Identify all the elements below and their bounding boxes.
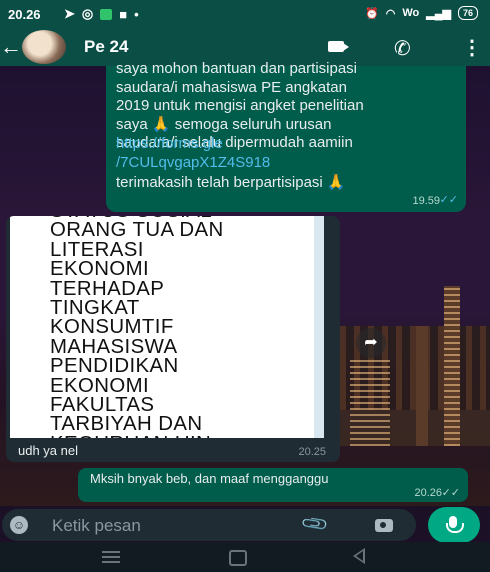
app-notification-icon bbox=[100, 8, 113, 20]
incoming-image-message[interactable]: STATUS SOSIAL ORANG TUA DAN LITERASI EKO… bbox=[6, 216, 340, 462]
document-image[interactable]: STATUS SOSIAL ORANG TUA DAN LITERASI EKO… bbox=[10, 216, 324, 438]
phone-call-icon[interactable]: ✆ bbox=[394, 36, 411, 61]
message-composer: ☺ 📎 bbox=[0, 506, 490, 543]
status-right-icons: ⏰ ◠ Wo ▂▄▆ 76 bbox=[365, 6, 478, 20]
message-time: 20.25 bbox=[298, 446, 326, 458]
message-input[interactable] bbox=[50, 515, 284, 537]
form-link[interactable]: https://forms.gle /7CULqvgapX1Z4S918 bbox=[116, 135, 270, 172]
network-label: Wo bbox=[402, 7, 420, 19]
image-notification-icon: ■ bbox=[119, 6, 128, 22]
more-options-icon[interactable]: ⋮ bbox=[462, 35, 482, 60]
avatar[interactable] bbox=[22, 30, 66, 64]
document-image-text: STATUS SOSIAL ORANG TUA DAN LITERASI EKO… bbox=[50, 216, 224, 438]
recent-apps-icon[interactable] bbox=[102, 556, 120, 558]
delivered-ticks-icon: ✓✓ bbox=[441, 487, 460, 499]
image-caption: udh ya nel bbox=[18, 443, 78, 458]
attach-icon[interactable]: 📎 bbox=[300, 509, 331, 539]
signal-icon: ▂▄▆ bbox=[426, 7, 451, 20]
document-scroll-strip bbox=[314, 216, 324, 438]
tower-lights-image bbox=[444, 286, 460, 446]
message-time: 19.59 bbox=[412, 195, 440, 207]
message-time: 20.26 bbox=[414, 487, 442, 499]
back-arrow-icon[interactable]: ← bbox=[0, 34, 22, 60]
voice-record-button[interactable] bbox=[428, 507, 480, 543]
emoji-icon[interactable]: ☺ bbox=[10, 516, 28, 534]
forward-icon[interactable]: ➦ bbox=[356, 328, 386, 358]
back-icon[interactable] bbox=[353, 548, 365, 564]
outgoing-message-bubble[interactable]: saya mohon bantuan dan partisipasi sauda… bbox=[106, 60, 466, 212]
microphone-stand-icon bbox=[446, 523, 464, 533]
status-left-icons: ➤ ◎ ■ • bbox=[64, 6, 139, 22]
battery-icon: 76 bbox=[457, 6, 478, 20]
home-icon[interactable] bbox=[229, 550, 247, 566]
record-icon: ◎ bbox=[81, 6, 94, 21]
read-ticks-icon: ✓✓ bbox=[439, 194, 458, 206]
wifi-icon: ◠ bbox=[385, 7, 396, 20]
contact-name[interactable]: Pe 24 bbox=[84, 37, 128, 57]
message-input-container[interactable]: ☺ 📎 bbox=[2, 509, 416, 541]
message-text: Mksih bnyak beb, dan maaf mengganggu bbox=[90, 471, 329, 486]
system-navigation-bar bbox=[0, 542, 490, 572]
dot-icon: • bbox=[134, 6, 139, 22]
building-lights-image bbox=[350, 356, 390, 446]
message-thanks-text: terimakasih telah berpartisipasi 🙏 bbox=[116, 174, 346, 191]
tower-image bbox=[416, 326, 428, 446]
alarm-icon: ⏰ bbox=[365, 7, 379, 20]
navigation-icon: ➤ bbox=[64, 6, 75, 21]
outgoing-message-bubble[interactable]: Mksih bnyak beb, dan maaf mengganggu 20.… bbox=[78, 468, 468, 502]
video-call-icon[interactable] bbox=[328, 41, 349, 52]
camera-icon[interactable] bbox=[375, 519, 393, 532]
status-time: 20.26 bbox=[8, 7, 41, 22]
status-bar: 20.26 ➤ ◎ ■ • ⏰ ◠ Wo ▂▄▆ 76 bbox=[0, 0, 490, 28]
